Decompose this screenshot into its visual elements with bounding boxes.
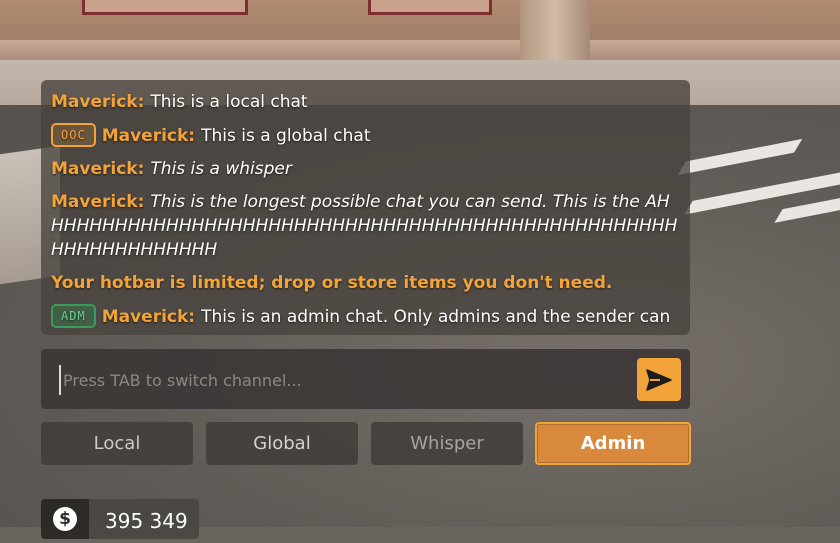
chat-message: ADM Maverick: This is an admin chat. Only …: [51, 304, 678, 329]
sender-name: Maverick:: [51, 159, 145, 179]
channel-tab-local[interactable]: Local: [41, 422, 193, 465]
chat-message: Maverick: This is a local chat: [51, 90, 678, 114]
chat-message: Maverick: This is the longest possible ch…: [51, 190, 678, 262]
chat-message: Maverick: This is a whisper: [51, 157, 678, 181]
dollar-icon: $: [53, 507, 77, 531]
system-message: Your hotbar is limited; drop or store it…: [51, 273, 613, 293]
channel-tab-admin[interactable]: Admin: [535, 422, 691, 465]
building-window: [82, 0, 248, 15]
sender-name: Maverick:: [51, 92, 145, 112]
message-text: This is the longest possible chat you ca…: [51, 192, 678, 260]
money-icon-box: $: [41, 499, 89, 539]
message-text: This is a global chat: [201, 126, 371, 146]
channel-tabs: Local Global Whisper Admin: [41, 422, 691, 466]
sender-name: Maverick:: [101, 126, 196, 146]
admin-badge: ADM: [51, 304, 96, 328]
chat-input-bar: [41, 349, 690, 409]
send-arrow-icon: [646, 368, 672, 391]
sender-name: Maverick:: [51, 192, 145, 212]
message-text: This is an admin chat. Only admins and t…: [201, 307, 671, 327]
message-text: This is a whisper: [150, 159, 292, 179]
chat-log[interactable]: Maverick: This is a local chat OOC Maveric…: [41, 80, 690, 335]
money-value: 395 349: [89, 499, 199, 539]
building-ledge: [0, 40, 840, 62]
building-window: [368, 0, 492, 15]
chat-input[interactable]: [59, 365, 625, 395]
send-button[interactable]: [637, 358, 681, 401]
sender-name: Maverick:: [101, 307, 196, 327]
message-text: This is a local chat: [150, 92, 308, 112]
channel-tab-global[interactable]: Global: [206, 422, 358, 465]
chat-message: OOC Maverick: This is a global chat: [51, 123, 678, 148]
channel-tab-whisper[interactable]: Whisper: [371, 422, 523, 465]
ooc-badge: OOC: [51, 123, 96, 147]
